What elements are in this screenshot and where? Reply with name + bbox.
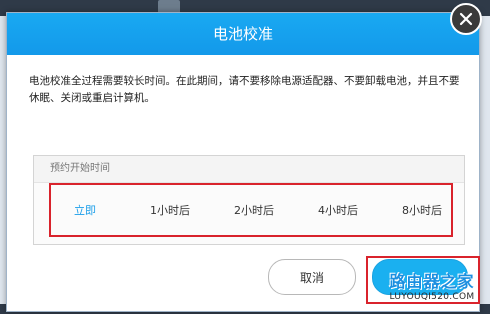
watermark-url: LUYOUQI520.COM <box>389 292 475 302</box>
close-button[interactable] <box>450 3 482 35</box>
dialog-description: 电池校准全过程需要较长时间。在此期间，请不要移除电源适配器、不要卸载电池，并且不… <box>29 75 460 104</box>
watermark-logo: 路由器之家 LUYOUQI520.COM <box>374 268 490 314</box>
dialog-title: 电池校准 <box>7 13 479 55</box>
close-icon <box>459 12 473 26</box>
cancel-button[interactable]: 取消 <box>268 259 356 295</box>
highlight-box-options <box>49 183 453 237</box>
schedule-heading: 预约开始时间 <box>34 156 464 183</box>
watermark-title: 路由器之家 <box>389 272 475 291</box>
